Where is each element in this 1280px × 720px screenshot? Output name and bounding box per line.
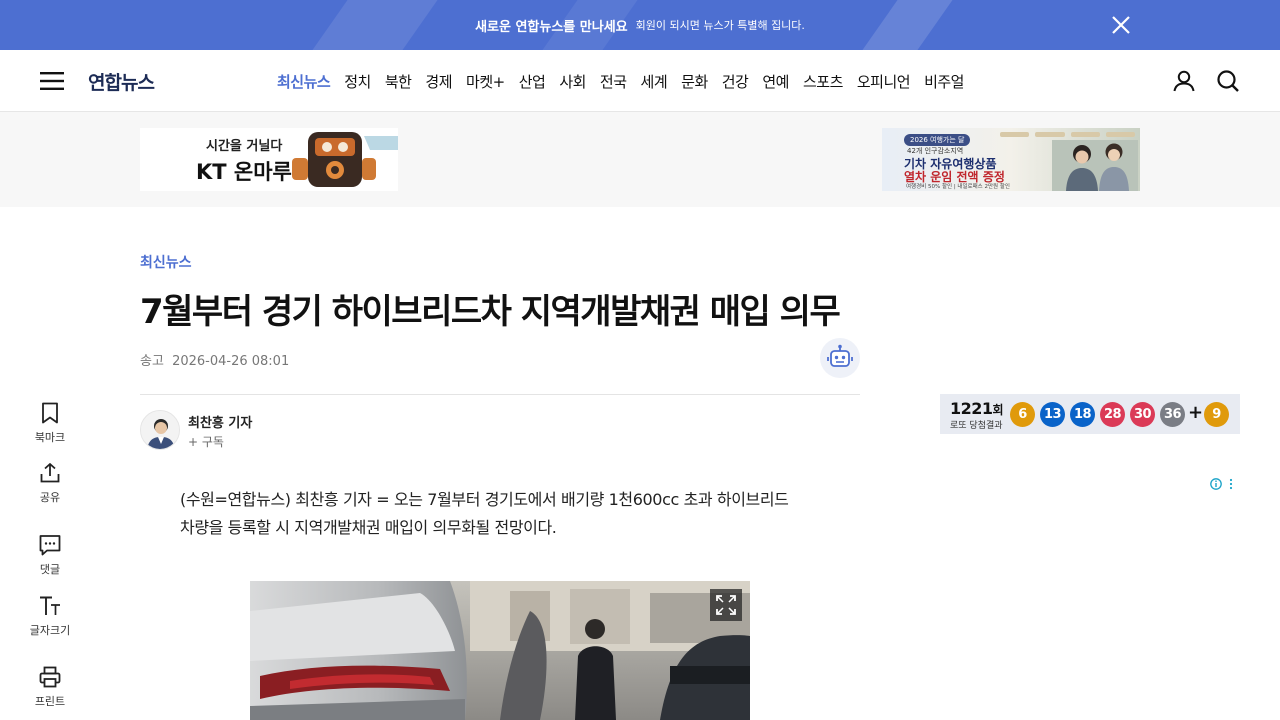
robot-icon — [827, 344, 853, 367]
hamburger-icon — [40, 72, 64, 90]
lotto-bonus-ball: 9 — [1204, 402, 1229, 427]
bookmark-icon — [42, 402, 58, 424]
ad-left-line1: 시간을 거닐다 — [206, 139, 283, 154]
sent-time: 2026-04-26 08:01 — [172, 354, 290, 369]
reporter-name[interactable]: 최찬흥 기자 — [188, 412, 252, 431]
promo-close-button[interactable] — [1106, 10, 1136, 40]
share-button[interactable]: 공유 — [22, 461, 78, 505]
ad-people-photo — [1052, 140, 1138, 191]
user-icon — [1173, 70, 1195, 92]
close-icon — [1112, 16, 1130, 34]
ad-banner-left[interactable]: 시간을 거닐다 KT 온마루 — [140, 128, 398, 191]
site-header: 연합뉴스 최신뉴스 정치 북한 경제 마켓+ 산업 사회 전국 세계 문화 건강… — [0, 50, 1280, 112]
lotto-round-suffix: 회 — [992, 403, 1004, 417]
promo-sub-text: 회원이 되시면 뉴스가 특별해 집니다. — [635, 19, 805, 32]
site-logo[interactable]: 연합뉴스 — [88, 68, 155, 95]
lotto-caption: 로또 당첨결과 — [950, 421, 1003, 431]
lotto-ball: 18 — [1070, 402, 1095, 427]
nav-item-market[interactable]: 마켓+ — [459, 71, 512, 92]
comment-icon — [39, 535, 61, 556]
ai-summary-button[interactable] — [820, 338, 860, 378]
nav-item-latest[interactable]: 최신뉴스 — [270, 71, 337, 92]
reporter-avatar[interactable] — [140, 410, 180, 450]
nav-item-culture[interactable]: 문화 — [674, 71, 715, 92]
main-nav: 최신뉴스 정치 북한 경제 마켓+ 산업 사회 전국 세계 문화 건강 연예 스… — [270, 50, 971, 112]
car-photo — [250, 581, 750, 720]
ad-strip: 시간을 거닐다 KT 온마루 2026 여행가는 달 42개 인구감소지역 기차… — [0, 112, 1280, 207]
account-button[interactable] — [1171, 68, 1197, 94]
nav-item-visual[interactable]: 비주얼 — [917, 71, 971, 92]
lotto-plus: + — [1188, 402, 1204, 423]
ad-robot-illustration — [292, 132, 398, 187]
article-body: (수원=연합뉴스) 최찬흥 기자 = 오는 7월부터 경기도에서 배기량 1천6… — [180, 486, 830, 542]
nav-item-nationwide[interactable]: 전국 — [593, 71, 634, 92]
print-icon — [39, 666, 61, 688]
nav-item-world[interactable]: 세계 — [634, 71, 675, 92]
font-size-label: 글자크기 — [29, 624, 71, 637]
article-category[interactable]: 최신뉴스 — [140, 252, 192, 272]
ad-sponsor-logos — [1000, 132, 1135, 140]
font-size-icon — [40, 596, 60, 615]
reporter-photo — [141, 411, 179, 449]
expand-photo-button[interactable] — [710, 589, 742, 621]
nav-item-industry[interactable]: 산업 — [512, 71, 553, 92]
nav-item-health[interactable]: 건강 — [715, 71, 756, 92]
bookmark-button[interactable]: 북마크 — [22, 401, 78, 445]
ad-left-line2: KT 온마루 — [196, 160, 292, 184]
search-button[interactable] — [1215, 68, 1241, 94]
share-label: 공유 — [39, 491, 61, 504]
subscribe-button[interactable]: + 구독 — [188, 433, 224, 450]
article-meta: 송고 2026-04-26 08:01 — [140, 350, 289, 369]
ad-right-pill: 2026 여행가는 달 — [904, 134, 971, 146]
lotto-round: 1221회 — [950, 399, 1004, 418]
article-title: 7월부터 경기 하이브리드차 지역개발채권 매입 의무 — [140, 292, 841, 332]
nav-item-politics[interactable]: 정치 — [337, 71, 378, 92]
expand-icon — [716, 595, 736, 615]
body-line: 차량을 등록할 시 지역개발채권 매입이 의무화될 전망이다. — [180, 518, 557, 537]
nav-item-opinion[interactable]: 오피니언 — [850, 71, 917, 92]
font-size-button[interactable]: 글자크기 — [22, 594, 78, 638]
comment-button[interactable]: 댓글 — [22, 533, 78, 577]
comment-label: 댓글 — [39, 563, 61, 576]
nav-item-sports[interactable]: 스포츠 — [796, 71, 850, 92]
print-label: 프린트 — [34, 695, 66, 708]
ad-info-button[interactable] — [1209, 476, 1237, 490]
ad-banner-right[interactable]: 2026 여행가는 달 42개 인구감소지역 기차 자유여행상품 열차 운임 전… — [882, 128, 1140, 191]
lotto-ball: 6 — [1010, 402, 1035, 427]
sent-label: 송고 — [140, 354, 164, 369]
lotto-ball: 30 — [1130, 402, 1155, 427]
menu-button[interactable] — [38, 68, 66, 94]
share-icon — [40, 463, 60, 483]
ad-right-line4: 여행경비 50% 할인 | 내일로패스 2만원 할인 — [906, 184, 1010, 190]
lotto-ball: 36 — [1160, 402, 1185, 427]
search-icon — [1217, 70, 1239, 92]
nav-item-economy[interactable]: 경제 — [418, 71, 459, 92]
article-divider — [140, 394, 860, 395]
article-photo[interactable] — [250, 581, 750, 720]
lotto-round-number: 1221 — [950, 399, 993, 418]
bookmark-label: 북마크 — [34, 431, 66, 444]
promo-banner[interactable]: 새로운 연합뉴스를 만나세요 회원이 되시면 뉴스가 특별해 집니다. — [0, 0, 1280, 50]
body-line: (수원=연합뉴스) 최찬흥 기자 = 오는 7월부터 경기도에서 배기량 1천6… — [180, 490, 789, 509]
lotto-ball: 13 — [1040, 402, 1065, 427]
nav-item-entertainment[interactable]: 연예 — [755, 71, 796, 92]
lotto-ball: 28 — [1100, 402, 1125, 427]
info-icon — [1210, 478, 1233, 490]
promo-main-text: 새로운 연합뉴스를 만나세요 — [475, 19, 628, 35]
promo-text[interactable]: 새로운 연합뉴스를 만나세요 회원이 되시면 뉴스가 특별해 집니다. — [0, 0, 1280, 50]
nav-item-society[interactable]: 사회 — [552, 71, 593, 92]
print-button[interactable]: 프린트 — [22, 665, 78, 709]
nav-item-north-korea[interactable]: 북한 — [378, 71, 419, 92]
